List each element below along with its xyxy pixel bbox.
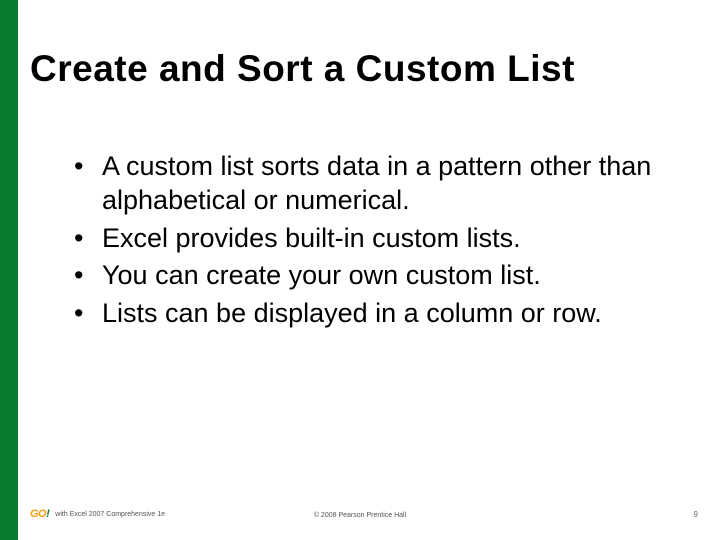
bullet-list: A custom list sorts data in a pattern ot…	[70, 150, 675, 331]
slide-footer: GO! with Excel 2007 Comprehensive 1e © 2…	[0, 500, 720, 520]
footer-page-number: 9	[694, 510, 698, 519]
accent-sidebar	[0, 0, 18, 540]
slide-title: Create and Sort a Custom List	[30, 48, 700, 90]
list-item: Excel provides built-in custom lists.	[70, 222, 675, 256]
footer-copyright: © 2008 Pearson Prentice Hall	[0, 512, 720, 519]
list-item: A custom list sorts data in a pattern ot…	[70, 150, 675, 218]
slide-body: A custom list sorts data in a pattern ot…	[70, 150, 675, 335]
list-item: You can create your own custom list.	[70, 259, 675, 293]
slide: Create and Sort a Custom List A custom l…	[0, 0, 720, 540]
list-item: Lists can be displayed in a column or ro…	[70, 297, 675, 331]
